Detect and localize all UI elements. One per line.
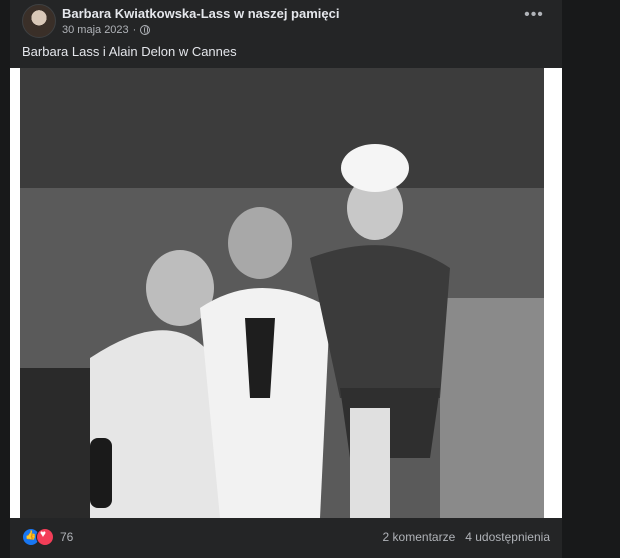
- photo-image: [20, 68, 544, 518]
- post-date[interactable]: 30 maja 2023: [62, 24, 129, 36]
- reaction-count: 76: [60, 530, 74, 544]
- comments-link[interactable]: 2 komentarze: [383, 530, 456, 544]
- post-meta: 30 maja 2023 ·: [62, 24, 151, 36]
- post-photo[interactable]: [10, 68, 562, 518]
- globe-icon: [140, 25, 151, 35]
- more-options-button[interactable]: •••: [522, 7, 546, 28]
- reactions-summary[interactable]: 76: [22, 528, 73, 546]
- love-icon: [36, 528, 54, 546]
- post-caption: Barbara Lass i Alain Delon w Cannes: [22, 44, 237, 59]
- photo-illustration: [20, 68, 544, 518]
- page-name-link[interactable]: Barbara Kwiatkowska-Lass w naszej pamięc…: [62, 6, 339, 21]
- meta-separator: ·: [132, 24, 137, 36]
- post-header: Barbara Kwiatkowska-Lass w naszej pamięc…: [22, 4, 550, 44]
- shares-link[interactable]: 4 udostępnienia: [465, 530, 550, 544]
- post-footer: 76 2 komentarze 4 udostępnienia: [22, 526, 550, 548]
- post-card: Barbara Kwiatkowska-Lass w naszej pamięc…: [10, 0, 562, 558]
- page-avatar[interactable]: [22, 4, 56, 38]
